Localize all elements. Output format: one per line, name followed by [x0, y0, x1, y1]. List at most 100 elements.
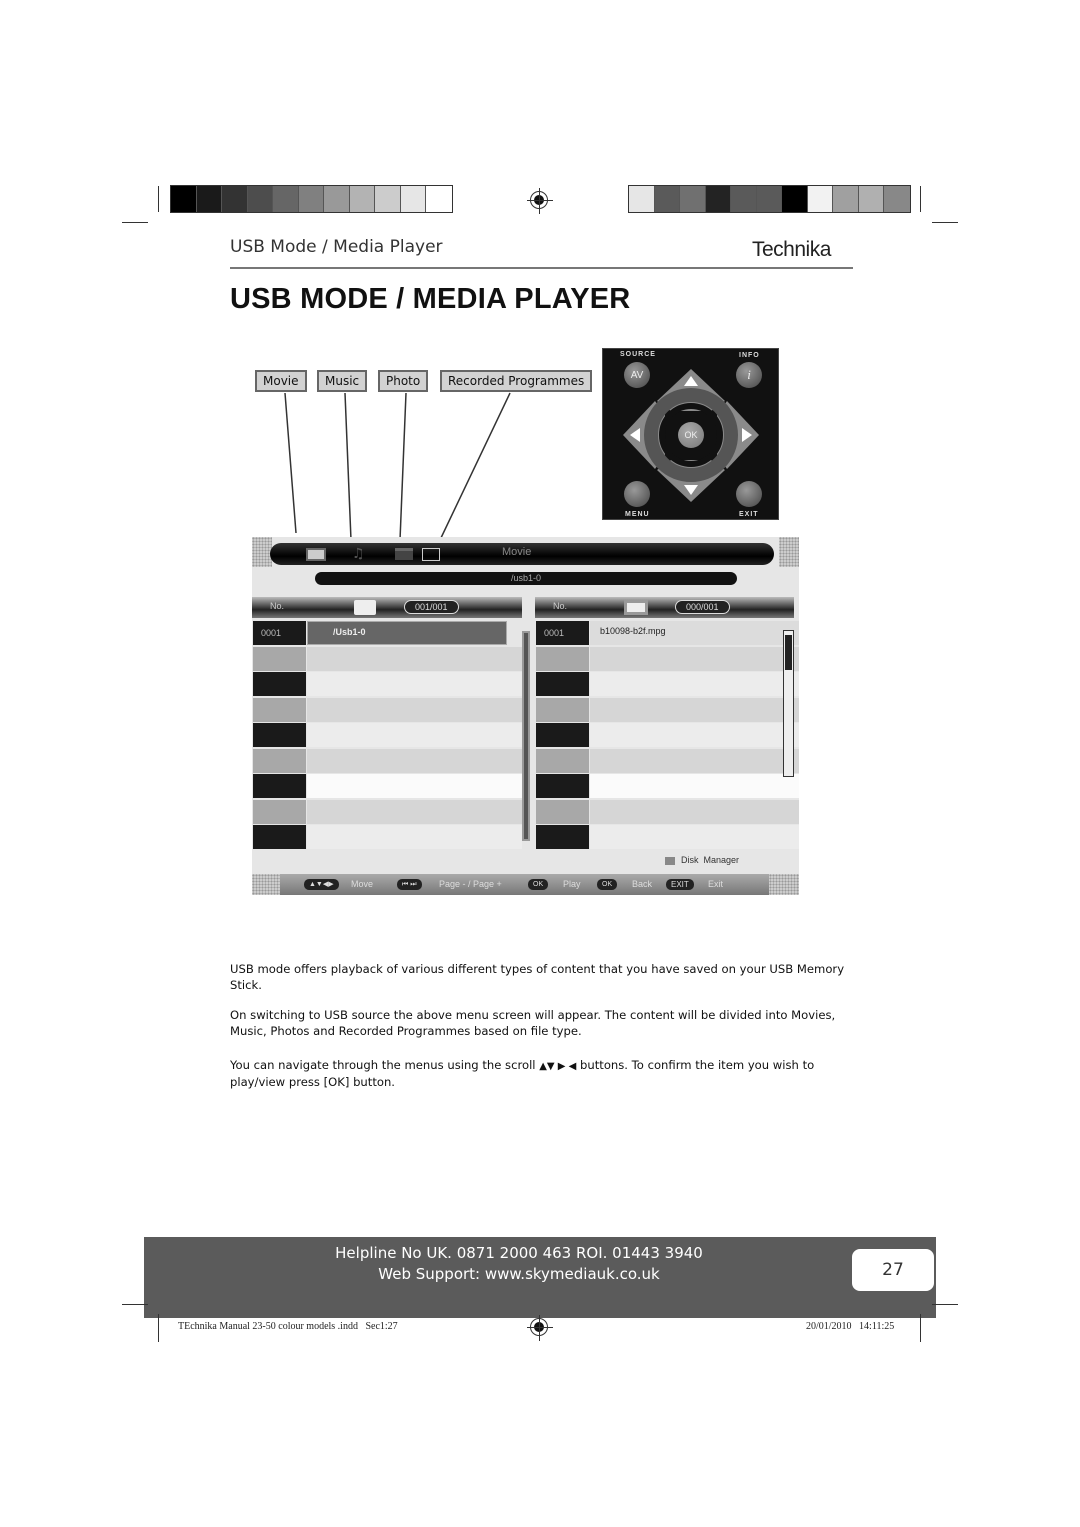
category-tab-bar: ♫ Movie	[270, 543, 774, 565]
corner-texture	[252, 537, 272, 567]
page-number: 27	[852, 1249, 934, 1291]
footer-band: Helpline No UK. 0871 2000 463 ROI. 01443…	[144, 1237, 936, 1318]
page-keys-icon: ⏮ ⏭	[397, 879, 422, 890]
leader-line-recorded	[439, 392, 511, 541]
left-scrollbar[interactable]	[522, 631, 530, 841]
row-number: 0001	[253, 621, 306, 645]
row-number	[536, 748, 589, 773]
file-icon	[624, 600, 648, 615]
row-name[interactable]	[590, 723, 799, 747]
corner-texture	[779, 537, 799, 567]
leader-line-photo	[399, 392, 407, 541]
row-name[interactable]	[307, 697, 522, 722]
remote-control-diagram: SOURCE INFO AV i OK MENU EXIT	[602, 348, 779, 520]
row-number	[253, 723, 306, 747]
music-tab-icon[interactable]: ♫	[352, 546, 365, 562]
row-number	[536, 723, 589, 747]
exit-button	[736, 481, 762, 507]
page-hint: Page - / Page +	[439, 879, 502, 889]
left-panel-header: No. 001/001	[252, 597, 522, 618]
right-panel-count: 000/001	[675, 600, 730, 614]
row-number	[253, 748, 306, 773]
left-panel-count: 001/001	[404, 600, 459, 614]
exit-label: EXIT	[739, 511, 759, 518]
row-name[interactable]	[590, 799, 799, 824]
row-name[interactable]: b10098-b2f.mpg	[590, 621, 799, 645]
row-name[interactable]	[590, 646, 799, 671]
row-number	[253, 774, 306, 798]
paragraph-intro: USB mode offers playback of various diff…	[230, 962, 845, 992]
row-number	[536, 774, 589, 798]
helpline-text: Helpline No UK. 0871 2000 463 ROI. 01443…	[335, 1244, 703, 1262]
row-number	[253, 799, 306, 824]
media-player-screen: ♫ Movie /usb1-0 No. 001/001 No. 000/001 …	[252, 537, 799, 895]
disk-manager-label[interactable]: Disk Manager	[681, 855, 739, 865]
leader-line-music	[344, 392, 352, 541]
row-name[interactable]	[307, 672, 522, 696]
menu-button	[624, 481, 650, 507]
leader-line-movie	[284, 392, 297, 534]
row-name[interactable]	[307, 774, 522, 798]
ok-button: OK	[678, 422, 704, 448]
back-hint: Back	[632, 879, 653, 889]
row-number	[253, 825, 306, 849]
row-name[interactable]	[307, 748, 522, 773]
recorded-tab-icon[interactable]	[422, 548, 440, 561]
row-name[interactable]	[590, 672, 799, 696]
row-name[interactable]	[307, 799, 522, 824]
movie-tab-icon[interactable]	[306, 548, 326, 561]
paragraph-menu-screen: On switching to USB source the above men…	[230, 1008, 836, 1038]
path-bar: /usb1-0	[315, 572, 737, 585]
web-support-text: Web Support: www.skymediauk.co.uk	[378, 1265, 660, 1283]
corner-texture	[252, 874, 280, 895]
row-name[interactable]	[590, 825, 799, 849]
slug-file-info: TEchnika Manual 23-50 colour models .ind…	[178, 1321, 398, 1332]
folder-icon	[354, 600, 376, 615]
crop-mark	[920, 1314, 921, 1342]
help-bar: ▲▼◀▶ Move ⏮ ⏭ Page - / Page + OK Play OK…	[252, 874, 799, 895]
row-number	[253, 646, 306, 671]
crop-mark	[158, 1314, 159, 1342]
row-number	[536, 825, 589, 849]
menu-label: MENU	[625, 511, 650, 518]
row-name[interactable]	[590, 748, 799, 773]
exit-key-icon: EXIT	[666, 879, 694, 890]
disk-manager-icon	[665, 857, 675, 865]
ok-label: OK	[684, 430, 698, 440]
exit-hint: Exit	[708, 879, 724, 889]
slug-datetime: 20/01/2010 14:11:25	[806, 1321, 895, 1332]
row-name[interactable]	[307, 646, 522, 671]
row-number	[536, 646, 589, 671]
right-panel-header: No. 000/001	[535, 597, 794, 618]
paragraph-navigation: You can navigate through the menus using…	[230, 1058, 860, 1090]
row-number	[253, 697, 306, 722]
row-name[interactable]: /Usb1-0	[307, 621, 507, 645]
row-number: 0001	[536, 621, 589, 645]
leader-lines	[284, 392, 511, 541]
row-name[interactable]	[590, 697, 799, 722]
ok-key-icon: OK	[528, 879, 549, 890]
nav-text-before: You can navigate through the menus using…	[230, 1058, 540, 1072]
play-hint: Play	[563, 879, 581, 889]
crop-mark	[122, 1304, 148, 1305]
right-scrollbar[interactable]	[783, 630, 794, 777]
row-number	[253, 672, 306, 696]
corner-texture	[769, 874, 799, 895]
photo-tab-icon[interactable]	[395, 548, 413, 560]
ok-key-icon: OK	[597, 879, 618, 890]
row-number	[536, 672, 589, 696]
no-column-label: No.	[553, 601, 568, 611]
move-keys-icon: ▲▼◀▶	[304, 879, 339, 890]
no-column-label: No.	[270, 601, 285, 611]
row-name[interactable]	[590, 774, 799, 798]
row-name[interactable]	[307, 723, 522, 747]
row-name[interactable]	[307, 825, 522, 849]
right-scrollbar-thumb[interactable]	[785, 635, 792, 670]
row-number	[536, 697, 589, 722]
current-mode-label: Movie	[502, 546, 532, 558]
registration-mark-icon	[527, 1315, 553, 1341]
crop-mark	[932, 1304, 958, 1305]
row-number	[536, 799, 589, 824]
scroll-arrows-icon: ▲▼ ▶ ◀	[539, 1061, 577, 1072]
move-hint: Move	[351, 879, 374, 889]
